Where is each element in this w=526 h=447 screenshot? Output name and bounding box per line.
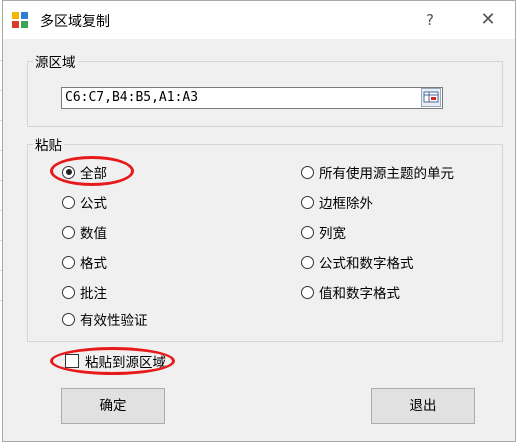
radio-circle[interactable] bbox=[301, 195, 314, 209]
radio-circle[interactable] bbox=[301, 285, 314, 299]
radio-label: 格式 bbox=[80, 256, 107, 272]
radio-circle[interactable] bbox=[301, 165, 314, 179]
radio-values[interactable]: 数值 bbox=[62, 222, 107, 242]
annotation-ellipse bbox=[50, 347, 175, 375]
exit-button[interactable]: 退出 bbox=[371, 388, 475, 424]
app-icon bbox=[12, 12, 28, 28]
radio-circle[interactable] bbox=[62, 255, 75, 269]
radio-circle[interactable] bbox=[301, 225, 314, 239]
radio-label: 列宽 bbox=[319, 226, 346, 242]
multi-range-copy-dialog: 多区域复制 ? ✕ 源区域 C6:C7,B4:B5,A1:A3 粘贴 全部 公式… bbox=[2, 0, 516, 442]
range-select-icon bbox=[423, 91, 439, 103]
dialog-title: 多区域复制 bbox=[40, 14, 110, 30]
paste-group-label: 粘贴 bbox=[33, 134, 64, 154]
radio-label: 边框除外 bbox=[319, 196, 373, 212]
ok-button[interactable]: 确定 bbox=[61, 388, 165, 424]
radio-circle[interactable] bbox=[301, 255, 314, 269]
help-button[interactable]: ? bbox=[417, 7, 443, 33]
radio-label: 公式 bbox=[80, 196, 107, 212]
annotation-ellipse bbox=[50, 156, 134, 186]
radio-circle[interactable] bbox=[62, 312, 75, 326]
title-bar: 多区域复制 ? ✕ bbox=[3, 1, 515, 39]
range-select-button[interactable] bbox=[421, 88, 441, 107]
radio-comments[interactable]: 批注 bbox=[62, 282, 107, 302]
radio-label: 值和数字格式 bbox=[319, 286, 400, 302]
radio-label: 批注 bbox=[80, 286, 107, 302]
radio-source-theme[interactable]: 所有使用源主题的单元 bbox=[301, 162, 454, 182]
radio-column-widths[interactable]: 列宽 bbox=[301, 222, 346, 242]
close-button[interactable]: ✕ bbox=[473, 7, 503, 33]
radio-circle[interactable] bbox=[62, 225, 75, 239]
radio-circle[interactable] bbox=[62, 285, 75, 299]
radio-formats[interactable]: 格式 bbox=[62, 252, 107, 272]
radio-except-borders[interactable]: 边框除外 bbox=[301, 192, 373, 212]
source-range-label: 源区域 bbox=[33, 51, 78, 71]
radio-label: 数值 bbox=[80, 226, 107, 242]
radio-label: 有效性验证 bbox=[80, 313, 148, 329]
radio-values-number-formats[interactable]: 值和数字格式 bbox=[301, 282, 400, 302]
radio-formulas[interactable]: 公式 bbox=[62, 192, 107, 212]
radio-validation[interactable]: 有效性验证 bbox=[62, 309, 148, 329]
source-range-input[interactable]: C6:C7,B4:B5,A1:A3 bbox=[61, 87, 443, 109]
radio-label: 公式和数字格式 bbox=[319, 256, 414, 272]
radio-label: 所有使用源主题的单元 bbox=[319, 166, 454, 182]
radio-formulas-number-formats[interactable]: 公式和数字格式 bbox=[301, 252, 414, 272]
radio-circle[interactable] bbox=[62, 195, 75, 209]
